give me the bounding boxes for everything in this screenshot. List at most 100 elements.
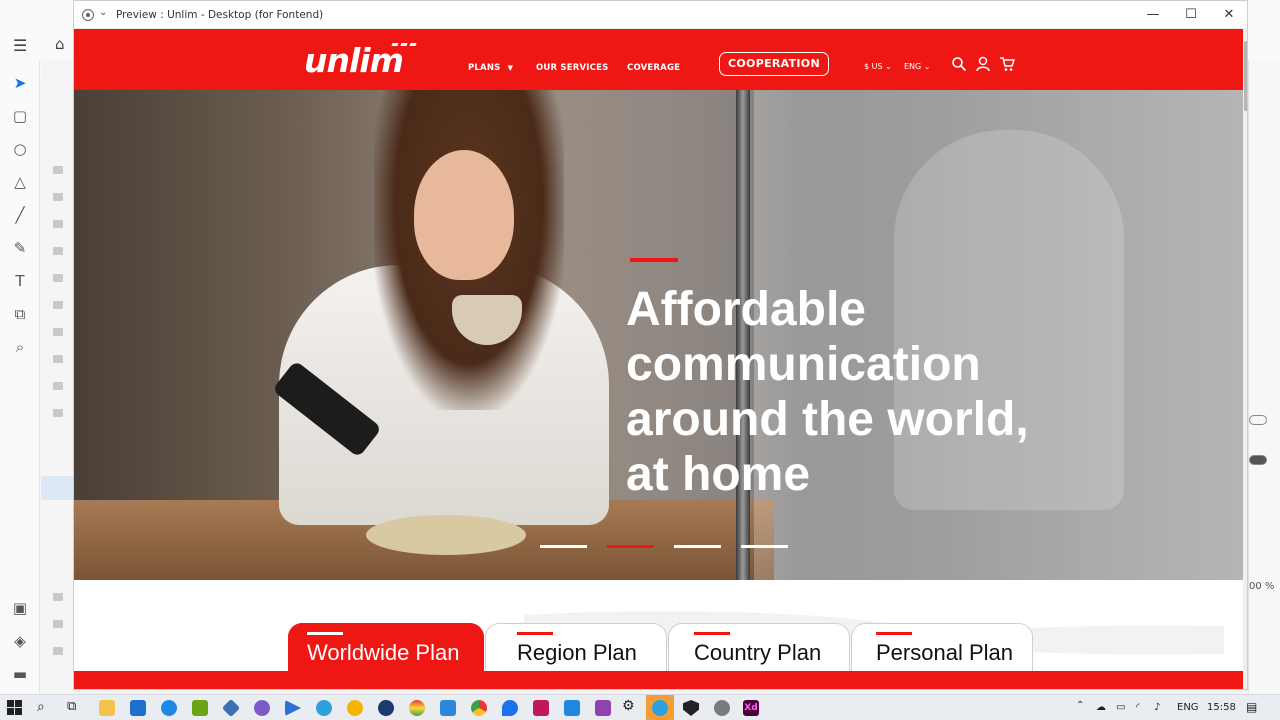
wifi-icon[interactable]: ◜	[1136, 702, 1140, 713]
layer-row[interactable]	[53, 247, 63, 255]
layer-row[interactable]	[53, 301, 63, 309]
pen-tool-icon[interactable]: ✎	[10, 238, 30, 258]
maximize-button[interactable]: ☐	[1174, 4, 1208, 26]
nav-coverage[interactable]: COVERAGE	[627, 63, 680, 73]
vscode-icon[interactable]	[564, 700, 580, 716]
edge-icon[interactable]	[161, 700, 177, 716]
line-tool-icon[interactable]: ╱	[10, 205, 30, 225]
tab-accent-bar	[517, 632, 553, 635]
search-icon[interactable]	[951, 56, 967, 72]
file-explorer-icon[interactable]	[99, 700, 115, 716]
layers-panel-icon[interactable]: ◈	[10, 631, 30, 651]
onedrive-icon[interactable]: ☁	[1096, 702, 1106, 713]
slider-dot-3[interactable]	[674, 545, 721, 548]
ellipse-tool-icon[interactable]: ○	[10, 139, 30, 159]
fingerprint-icon[interactable]	[714, 700, 730, 716]
nav-plans-label: PLANS	[468, 63, 501, 73]
artboard-tool-icon[interactable]: ⧉	[10, 304, 30, 324]
zoom-tool-icon[interactable]: ⌕	[10, 337, 30, 357]
chrome-icon[interactable]	[471, 700, 487, 716]
hamburger-menu-icon[interactable]: ☰	[13, 36, 27, 55]
slider-dot-2-active[interactable]	[607, 545, 654, 548]
layer-row[interactable]	[53, 220, 63, 228]
media-player-icon[interactable]	[285, 700, 301, 716]
azure-icon[interactable]	[440, 700, 456, 716]
layer-row[interactable]	[53, 274, 63, 282]
layer-row[interactable]	[53, 647, 63, 655]
twitch-icon[interactable]	[595, 700, 611, 716]
clock[interactable]: 15:58	[1207, 702, 1236, 713]
battery-icon[interactable]: ▭	[1116, 702, 1125, 713]
assets-panel-icon[interactable]: ▣	[10, 598, 30, 618]
obs-icon[interactable]	[254, 700, 270, 716]
nav-our-services[interactable]: OUR SERVICES	[536, 63, 608, 73]
language-value: ENG	[904, 62, 922, 71]
sourcetree-icon[interactable]	[221, 698, 241, 718]
currency-select[interactable]: $ US ⌄	[864, 62, 892, 71]
plans-content-strip	[74, 671, 1243, 689]
nav-plans[interactable]: PLANS ▼	[468, 63, 513, 73]
nvidia-icon[interactable]	[192, 700, 208, 716]
slider-dot-4[interactable]	[741, 545, 788, 548]
telegram-icon[interactable]	[316, 700, 332, 716]
tab-label: Personal Plan	[876, 640, 1013, 665]
record-icon[interactable]	[82, 9, 94, 21]
tab-country-plan[interactable]: Country Plan	[668, 623, 850, 673]
layer-row[interactable]	[53, 593, 63, 601]
windows-start-icon[interactable]	[7, 700, 23, 716]
norton-icon[interactable]	[347, 700, 363, 716]
tab-personal-plan[interactable]: Personal Plan	[851, 623, 1033, 673]
steam-icon[interactable]	[378, 700, 394, 716]
language-select[interactable]: ENG ⌄	[904, 62, 931, 71]
site-header: unlim PLANS ▼ OUR SERVICES COVERAGE COOP…	[74, 29, 1243, 90]
slider-dot-1[interactable]	[540, 545, 587, 548]
layer-row[interactable]	[53, 166, 63, 174]
layer-row[interactable]	[53, 193, 63, 201]
mail-icon[interactable]	[130, 700, 146, 716]
hero-headline-line: around the world,	[626, 393, 1029, 446]
maps-icon[interactable]	[502, 700, 518, 716]
home-icon[interactable]: ⌂	[55, 35, 65, 53]
layer-row[interactable]	[53, 328, 63, 336]
input-language[interactable]: ENG	[1177, 702, 1199, 713]
inspector-toggle[interactable]	[1249, 455, 1267, 465]
minimize-button[interactable]: —	[1136, 4, 1170, 26]
chevron-down-icon[interactable]: ⌄	[99, 7, 107, 18]
select-tool-icon[interactable]: ➤	[10, 73, 30, 93]
selected-layer-row[interactable]	[41, 476, 73, 500]
settings-icon[interactable]: ⚙	[622, 698, 635, 714]
user-icon[interactable]	[975, 56, 991, 72]
telegram-active-icon[interactable]	[652, 700, 668, 716]
inspector-toggle[interactable]	[1249, 415, 1267, 425]
tab-region-plan[interactable]: Region Plan	[485, 623, 667, 673]
layer-row[interactable]	[53, 620, 63, 628]
layer-row[interactable]	[53, 355, 63, 363]
rectangle-tool-icon[interactable]: ▢	[10, 106, 30, 126]
notifications-icon[interactable]: ▤	[1246, 700, 1257, 714]
windows-taskbar: ⌕ ⧉ ⚙ Xd ⌃ ☁ ▭ ◜ ♪ ENG 15:58 ▤	[0, 694, 1280, 720]
preview-scrollbar[interactable]	[1243, 29, 1247, 689]
chrome-canary-icon[interactable]	[409, 700, 425, 716]
plugins-panel-icon[interactable]: ▬	[10, 664, 30, 684]
layer-row[interactable]	[53, 382, 63, 390]
zoom-level: 00 %	[1249, 581, 1275, 592]
site-logo[interactable]: unlim	[304, 41, 404, 80]
search-icon[interactable]: ⌕	[37, 699, 45, 715]
currency-value: $ US	[864, 62, 883, 71]
layer-row[interactable]	[53, 409, 63, 417]
adobe-xd-icon[interactable]: Xd	[743, 700, 759, 716]
slack-icon[interactable]	[533, 700, 549, 716]
security-icon[interactable]	[683, 700, 699, 716]
chevron-up-icon[interactable]: ⌃	[1076, 700, 1084, 711]
scrollbar-thumb[interactable]	[1244, 41, 1247, 111]
hero-plate	[366, 515, 526, 555]
tab-worldwide-plan[interactable]: Worldwide Plan	[288, 623, 484, 673]
hero-headline: Affordable communication around the worl…	[626, 282, 1066, 502]
cooperation-button[interactable]: COOPERATION	[719, 52, 829, 76]
cart-icon[interactable]	[999, 56, 1015, 72]
text-tool-icon[interactable]: T	[10, 271, 30, 291]
polygon-tool-icon[interactable]: △	[10, 172, 30, 192]
volume-icon[interactable]: ♪	[1154, 702, 1160, 713]
close-button[interactable]: ✕	[1212, 4, 1246, 26]
task-view-icon[interactable]: ⧉	[67, 699, 76, 714]
